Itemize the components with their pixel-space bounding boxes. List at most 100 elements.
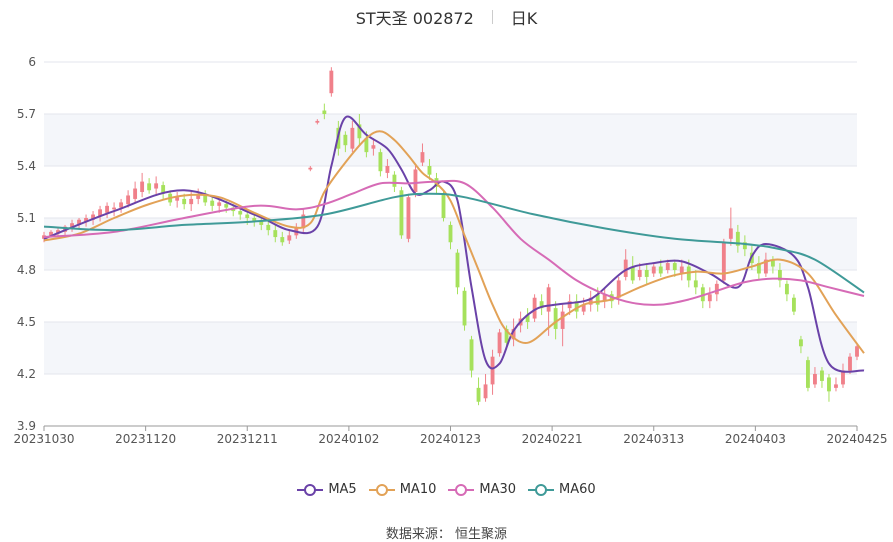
candle-body <box>616 280 621 298</box>
candle-body <box>546 287 551 312</box>
legend: MA5 MA10 MA30 MA60 <box>0 482 893 497</box>
candle <box>105 202 110 218</box>
candle-body <box>420 152 425 163</box>
candle-body <box>560 311 565 329</box>
candle-body <box>105 205 110 213</box>
candle <box>791 294 796 316</box>
candle <box>119 198 124 213</box>
candle-body <box>834 384 838 388</box>
candle <box>399 186 404 239</box>
candle-body <box>217 202 222 206</box>
y-tick-label: 4.5 <box>17 315 36 329</box>
candle-body <box>406 197 411 239</box>
candle-body <box>806 360 810 388</box>
candle-body <box>182 198 187 205</box>
candle-body <box>855 346 859 357</box>
candle-body <box>371 145 376 149</box>
candle <box>308 166 313 172</box>
x-tick-label: 20240313 <box>623 432 684 446</box>
candle <box>210 197 215 212</box>
data-source: 数据来源： 恒生聚源 <box>385 527 508 542</box>
x-tick-label: 20240425 <box>826 432 887 446</box>
candle-body <box>455 252 460 288</box>
candle-body <box>658 266 663 274</box>
candle <box>378 148 383 177</box>
candle-body <box>140 181 145 192</box>
candle-body <box>476 387 481 402</box>
legend-item-ma10[interactable]: MA10 <box>368 482 437 497</box>
legend-swatch-ma10 <box>368 483 395 496</box>
candle <box>406 193 411 243</box>
candle <box>707 287 712 309</box>
candle-body <box>721 242 726 281</box>
candle <box>161 181 166 199</box>
y-tick-label: 3.9 <box>17 419 36 433</box>
candle <box>476 377 481 406</box>
y-tick-label: 6 <box>28 55 36 69</box>
y-tick-label: 5.1 <box>17 211 36 225</box>
x-tick-label: 20240403 <box>725 432 786 446</box>
candle-body <box>287 235 292 241</box>
candle-body <box>728 228 733 239</box>
y-tick-label: 4.2 <box>17 367 36 381</box>
candle-body <box>441 193 446 218</box>
legend-item-ma5[interactable]: MA5 <box>297 482 357 497</box>
candle-body <box>378 152 383 172</box>
candle-body <box>385 166 390 173</box>
legend-swatch-ma30 <box>448 483 475 496</box>
legend-label-ma30: MA30 <box>479 482 517 497</box>
candle-body <box>329 70 334 94</box>
candle <box>329 67 334 97</box>
candle-body <box>266 224 271 231</box>
legend-label-ma5: MA5 <box>328 482 357 497</box>
candle <box>140 172 145 198</box>
candle-body <box>644 270 649 277</box>
candle <box>112 202 117 217</box>
legend-item-ma30[interactable]: MA30 <box>448 482 516 497</box>
candle <box>827 374 831 402</box>
x-axis: 20231030 20231120 20231211 20240102 20240123… <box>13 425 888 446</box>
y-tick-label: 5.4 <box>17 159 36 173</box>
grid-band <box>44 114 857 166</box>
candle-body <box>448 224 453 243</box>
y-tick-label: 4.8 <box>17 263 36 277</box>
legend-swatch-ma5 <box>297 483 324 496</box>
candle-body <box>413 169 418 192</box>
candle <box>784 280 789 302</box>
candle <box>539 294 544 316</box>
candle-body <box>147 183 152 191</box>
candle-body <box>813 374 817 385</box>
candle-body <box>392 174 397 187</box>
y-tick-label: 5.7 <box>17 107 36 121</box>
legend-item-ma60[interactable]: MA60 <box>528 482 596 497</box>
candle-body <box>848 356 852 371</box>
candle-body <box>210 200 215 206</box>
candle-body <box>693 280 698 288</box>
candle-body <box>462 290 467 326</box>
legend-label-ma10: MA10 <box>399 482 437 497</box>
candle-body <box>273 230 278 238</box>
x-tick-label: 20231120 <box>115 432 176 446</box>
candle <box>175 192 180 208</box>
candle-body <box>490 356 495 385</box>
candle-body <box>280 237 285 243</box>
candle <box>392 171 397 192</box>
candle-body <box>119 202 124 208</box>
candle <box>196 188 201 205</box>
candle <box>147 178 152 194</box>
x-tick-label: 20231030 <box>13 432 74 446</box>
candle-body <box>630 266 635 281</box>
candle <box>483 374 488 402</box>
candlestick-chart: 6 5.7 5.4 5.1 4.8 4.5 4.2 3.9 20231030 20231120 2… <box>13 55 888 446</box>
candle-body <box>154 183 159 189</box>
candle-body <box>791 297 796 312</box>
candle-body <box>707 294 712 302</box>
candle-body <box>665 263 670 270</box>
candle-body <box>322 110 327 114</box>
candle <box>497 328 502 357</box>
candle-body <box>224 204 229 208</box>
candle <box>203 190 208 206</box>
candle-body <box>133 188 138 199</box>
candle <box>721 238 726 284</box>
x-tick-label: 20240221 <box>522 432 583 446</box>
